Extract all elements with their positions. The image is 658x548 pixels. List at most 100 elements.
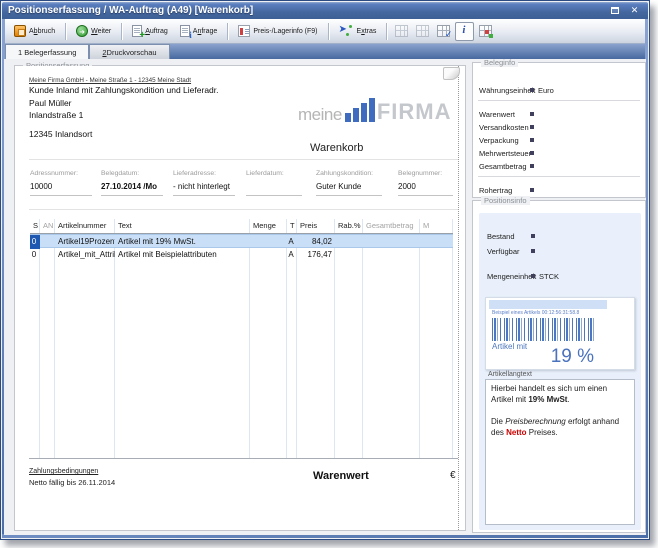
field-label: Adressnummer:: [30, 170, 92, 177]
toolbar-separator: [328, 23, 329, 40]
article-image-caption: Beispiel eines Artikels 00:12:56:31:58.8: [492, 310, 579, 316]
table-cell: 0: [30, 235, 40, 249]
column-header-Rab.%[interactable]: Rab.%: [335, 219, 363, 233]
info-label: Rohertrag: [479, 186, 512, 195]
column-header-Artikelnummer[interactable]: Artikelnummer: [55, 219, 115, 233]
field-bullet-icon: [530, 125, 534, 129]
column-header-Text[interactable]: Text: [115, 219, 250, 233]
tab-belegerfassung[interactable]: 1 Belegerfassung: [5, 44, 89, 59]
article-image: Beispiel eines Artikels 00:12:56:31:58.8…: [485, 297, 635, 370]
toolbar-button-anfrage[interactable]: Anfrage: [174, 22, 224, 41]
field-bullet-icon: [530, 88, 534, 92]
table-cell: [420, 248, 453, 262]
toolbar-button-abbruch[interactable]: Abbruch: [8, 22, 61, 41]
beleginfo-group: Beleginfo WährungseinheitEuroWarenwertVe…: [472, 62, 646, 198]
table-cell: [420, 235, 453, 249]
divider: [29, 159, 458, 160]
doc-field-3: Lieferadresse:- nicht hinterlegt: [173, 170, 235, 196]
text-segment: .: [567, 395, 569, 404]
doc-field-5: Zahlungskondition: Guter Kunde: [316, 170, 382, 196]
toolbar-button-label: Auftrag: [145, 28, 168, 35]
field-value[interactable]: 27.10.2014 /Mo: [101, 182, 163, 192]
column-header-M[interactable]: M: [420, 219, 453, 233]
info-label: Versandkosten: [479, 123, 529, 132]
doc-info-icon: [180, 25, 190, 37]
table-cell: [250, 248, 287, 262]
info-label: Warenwert: [479, 110, 515, 119]
extras-icon: [339, 25, 354, 37]
toolbar-button-weiter[interactable]: Weiter: [70, 22, 117, 41]
table-cell: A: [287, 248, 297, 262]
field-underline: [398, 195, 453, 196]
field-value[interactable]: - nicht hinterlegt: [173, 182, 235, 192]
toolbar-separator: [65, 23, 66, 40]
table-cell: [40, 248, 55, 262]
recipient-line: Inlandstraße 1: [29, 110, 83, 120]
doc-field-4: Lieferdatum:: [246, 170, 302, 196]
close-icon: ✕: [631, 6, 639, 15]
page-edge-line: [458, 66, 459, 530]
field-label: Zahlungskondition:: [316, 170, 382, 177]
field-value[interactable]: Guter Kunde: [316, 182, 382, 192]
table-cell: A: [287, 235, 297, 249]
field-value[interactable]: 10000: [30, 182, 92, 192]
column-header-Preis[interactable]: Preis: [297, 219, 335, 233]
text-segment: Netto: [506, 428, 526, 437]
logo-bars-icon: [345, 98, 375, 122]
table-row[interactable]: 0Artikel19ProzentArtikel mit 19% MwSt.A8…: [30, 234, 453, 248]
app-window: Positionserfassung / WA-Auftrag (A49) [W…: [0, 0, 650, 540]
field-value[interactable]: 2000: [398, 182, 453, 192]
restore-button[interactable]: [607, 4, 622, 17]
toolbar-button-info[interactable]: [455, 22, 474, 41]
table-cell: Artikel_mit_Attribu: [55, 248, 115, 262]
currency-symbol: €: [450, 470, 456, 481]
toolbar: Abbruch Weiter Auftrag Anfrage Preis-/Lageri…: [5, 19, 645, 44]
restore-icon: [611, 7, 619, 14]
field-value[interactable]: [246, 182, 302, 192]
field-bullet-icon: [530, 138, 534, 142]
field-bullet-icon: [531, 234, 535, 238]
positions-table: SANArtikelnummerTextMengeTPreisRab.%Gesa…: [30, 219, 453, 458]
article-image-header-bar: [489, 300, 607, 309]
table-cell: [40, 235, 55, 249]
toolbar-button-grid-edit[interactable]: [434, 22, 453, 41]
toolbar-button-preis-lagerinfo[interactable]: Preis-/Lagerinfo (F9): [232, 22, 323, 41]
positionsinfo-panel: BestandVerfügbarMengeneinheitSTCK Beispi…: [479, 213, 641, 530]
field-underline: [246, 195, 302, 196]
text-segment: 19% MwSt: [528, 395, 567, 404]
toolbar-button-grid-view-2: [413, 22, 432, 41]
toolbar-button-grid-add[interactable]: [476, 22, 495, 41]
column-header-AN[interactable]: AN: [40, 219, 55, 233]
toolbar-button-label: Anfrage: [193, 28, 218, 35]
cancel-icon: [14, 25, 26, 37]
content: Positionserfassung Meine Firma GmbH - Me…: [4, 59, 646, 535]
article-image-percent: 19 %: [486, 346, 594, 368]
field-underline: [316, 195, 382, 196]
column-header-Menge[interactable]: Menge: [250, 219, 287, 233]
field-underline: [30, 195, 92, 196]
artikellangtext-box: Hierbei handelt es sich um einen Artikel…: [485, 379, 635, 525]
text-segment: Preises.: [527, 428, 558, 437]
table-cell: [363, 235, 420, 249]
toolbar-separator: [227, 23, 228, 40]
titlebar: Positionserfassung / WA-Auftrag (A49) [W…: [2, 2, 648, 19]
table-row[interactable]: 0Artikel_mit_AttribuArtikel mit Beispiel…: [30, 248, 453, 262]
toolbar-button-auftrag[interactable]: Auftrag: [126, 22, 174, 41]
column-header-Gesamtbetrag[interactable]: Gesamtbetrag: [363, 219, 420, 233]
table-cell: 84,02: [297, 235, 335, 249]
close-button[interactable]: ✕: [627, 4, 642, 17]
positionsinfo-group: Positionsinfo BestandVerfügbarMengeneinh…: [472, 200, 646, 533]
info-label: Gesamtbetrag: [479, 162, 527, 171]
recipient-city: 12345 Inlandsort: [29, 129, 92, 139]
field-bullet-icon: [530, 151, 534, 155]
tab-druckvorschau[interactable]: 2 Druckvorschau: [89, 44, 169, 59]
doc-field-1: Adressnummer: 10000: [30, 170, 92, 196]
payment-terms-value: Netto fällig bis 26.11.2014: [29, 478, 115, 487]
table-bottom-line: [29, 458, 458, 459]
table-cell: Artikel mit 19% MwSt.: [115, 235, 250, 249]
logo-word-2: FIRMA: [377, 102, 452, 123]
doc-plus-icon: [132, 25, 142, 37]
recipient-line: Kunde Inland mit Zahlungskondition und L…: [29, 85, 219, 95]
toolbar-button-extras[interactable]: Extras: [333, 22, 383, 41]
info-label: Währungseinheit: [479, 86, 535, 95]
